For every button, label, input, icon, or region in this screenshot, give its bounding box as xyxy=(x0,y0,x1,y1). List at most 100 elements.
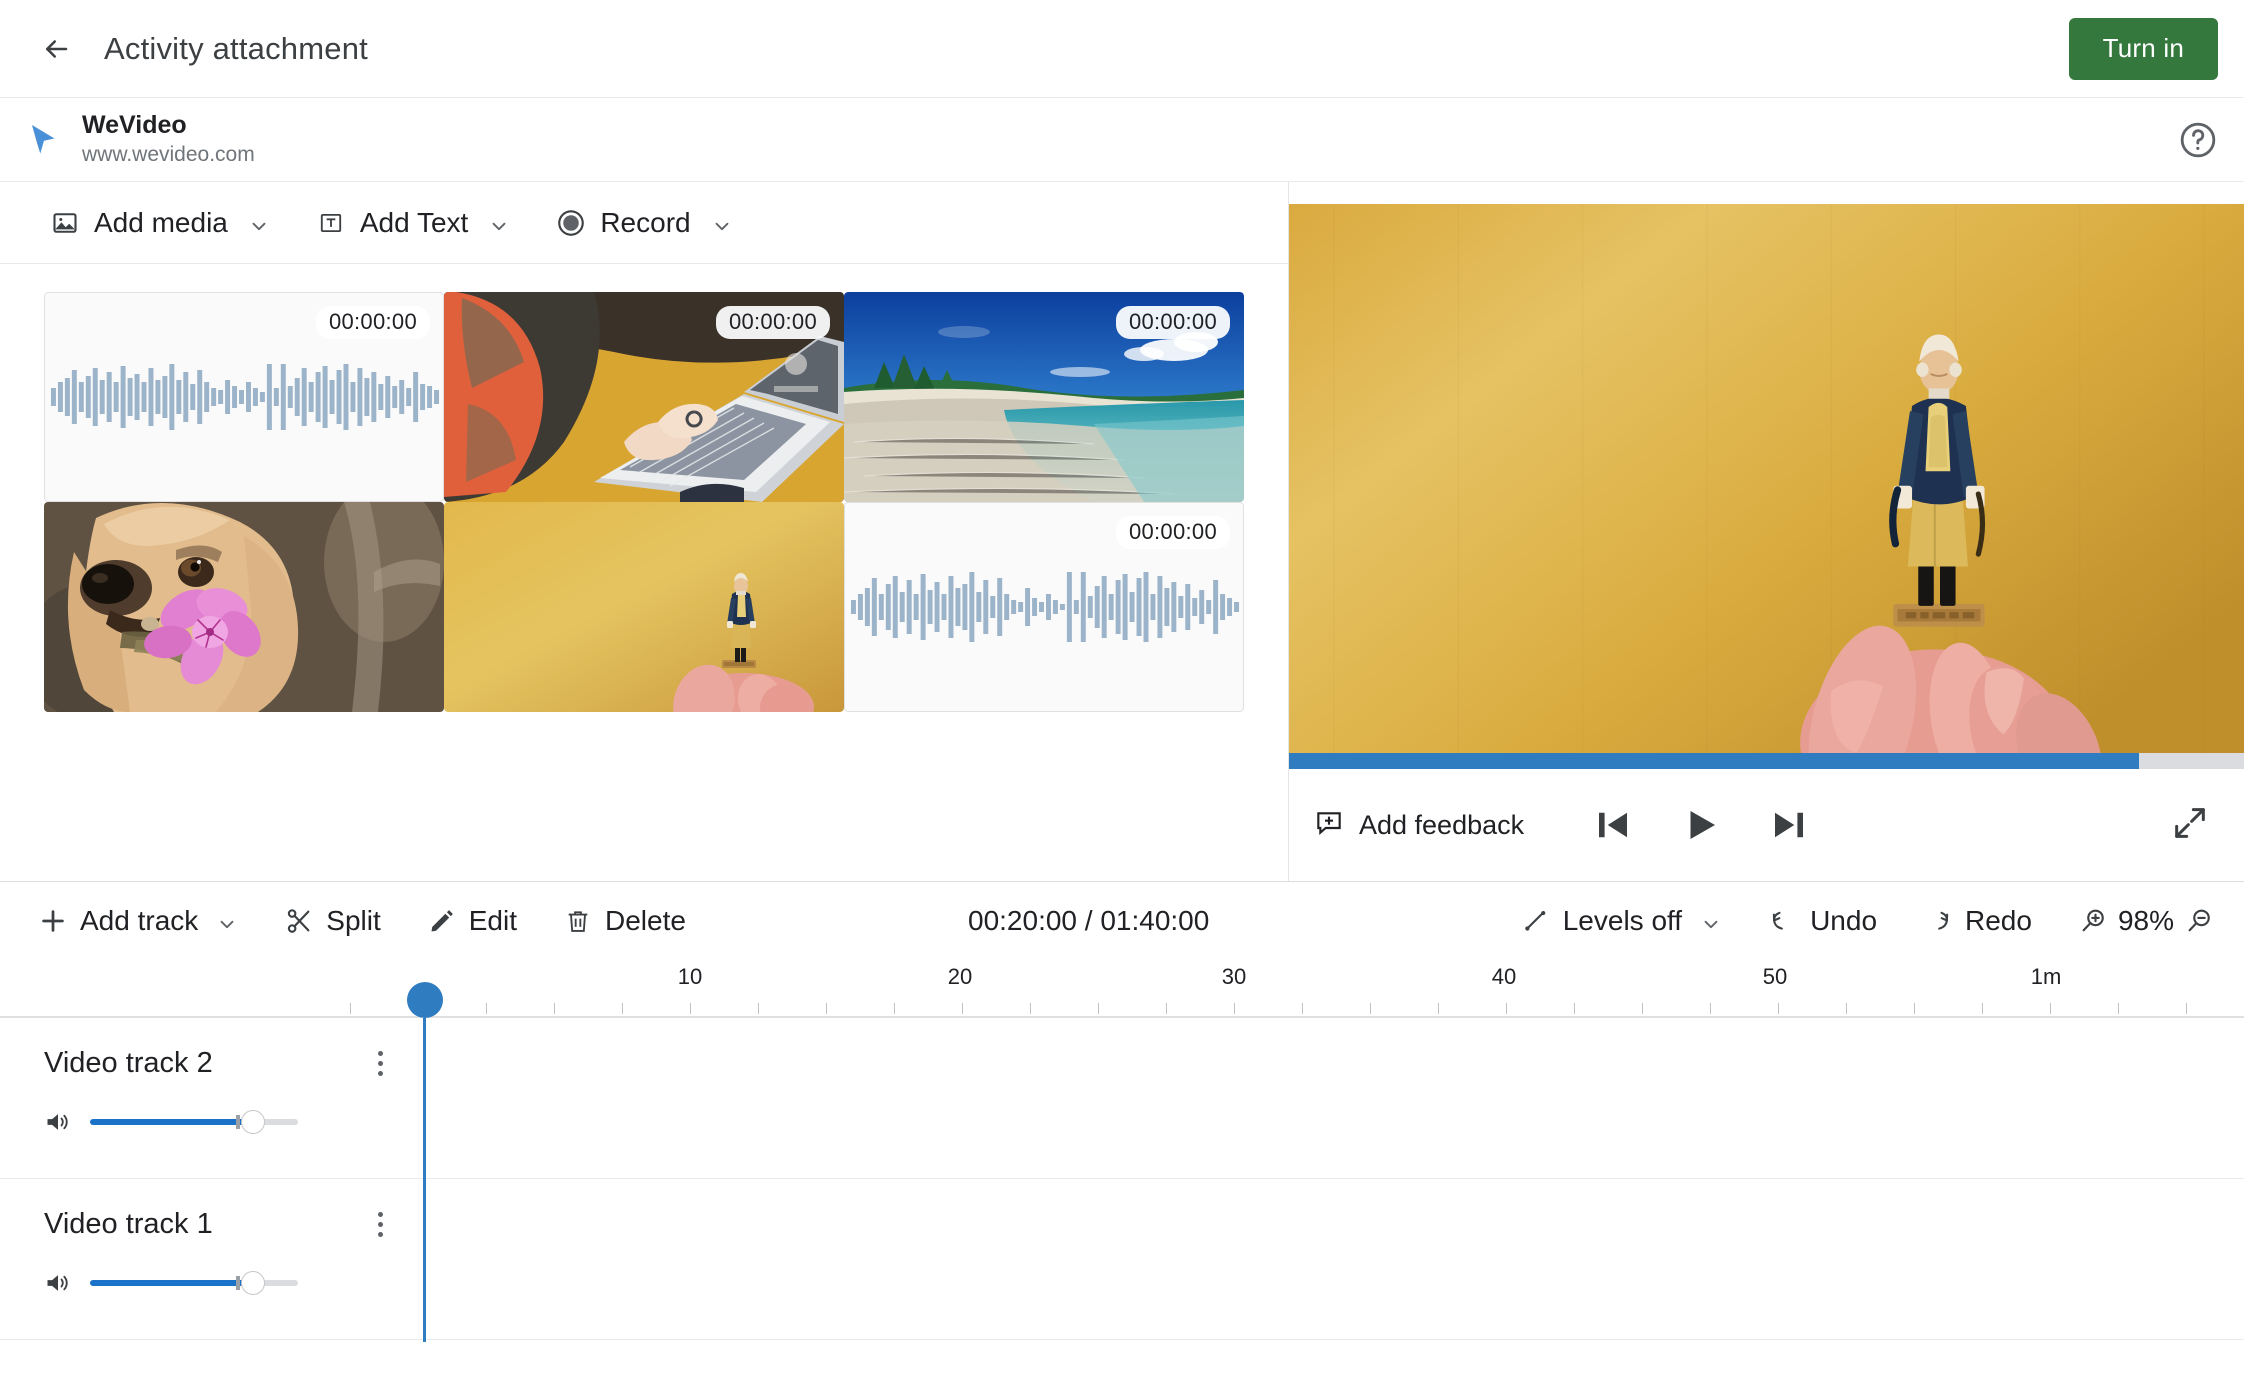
ruler-tick xyxy=(2118,1003,2119,1014)
redo-arrow-icon xyxy=(1923,906,1953,936)
media-item[interactable]: 00:00:00 xyxy=(844,292,1244,502)
page-title: Activity attachment xyxy=(104,30,368,66)
delete-button[interactable]: Delete xyxy=(563,905,686,937)
arrow-left-icon[interactable] xyxy=(34,27,78,71)
ruler-tick xyxy=(350,1003,351,1014)
edit-button[interactable]: Edit xyxy=(427,905,517,937)
waveform-icon xyxy=(850,572,1240,642)
media-timestamp: 00:00:00 xyxy=(1115,516,1230,549)
media-thumbnail xyxy=(44,502,444,712)
speaker-icon[interactable] xyxy=(44,1108,72,1136)
record-label: Record xyxy=(600,206,691,238)
media-timestamp: 00:00:00 xyxy=(1115,306,1230,339)
track-header: Video track 1 xyxy=(0,1179,424,1339)
media-item[interactable] xyxy=(444,502,844,712)
add-track-button[interactable]: Add track xyxy=(38,905,238,937)
track-name-row: Video track 2 xyxy=(44,1046,393,1080)
time-readout: 00:20:00 / 01:40:00 xyxy=(968,905,1210,936)
add-feedback-button[interactable]: Add feedback xyxy=(1313,806,1524,845)
edit-label: Edit xyxy=(468,905,517,936)
skip-next-icon[interactable] xyxy=(1766,802,1812,848)
ruler-tick xyxy=(486,1003,487,1014)
ruler-tick xyxy=(826,1003,827,1014)
kebab-menu-icon[interactable] xyxy=(367,1046,393,1080)
waveform-icon xyxy=(50,364,440,430)
ruler-tick xyxy=(2050,1003,2051,1014)
zoom-percent: 98% xyxy=(2117,905,2174,936)
ruler-tick xyxy=(1710,1003,1711,1014)
expand-icon[interactable] xyxy=(2170,803,2214,847)
chevron-down-icon[interactable] xyxy=(248,212,270,234)
add-media-button[interactable]: Add media xyxy=(44,201,276,245)
turn-in-button[interactable]: Turn in xyxy=(2068,17,2218,80)
timeline-tracks: Video track 2 Video track 1 xyxy=(0,982,2244,1342)
play-icon[interactable] xyxy=(1678,802,1724,848)
ruler-label: 20 xyxy=(947,964,973,989)
media-item[interactable]: 00:00:00 xyxy=(44,292,444,502)
slider-knob[interactable] xyxy=(240,1271,265,1295)
track-name: Video track 2 xyxy=(44,1046,213,1079)
track-name-row: Video track 1 xyxy=(44,1207,393,1241)
app-meta: WeVideo www.wevideo.com xyxy=(82,111,255,169)
video-progress-fill xyxy=(1289,753,2139,769)
undo-arrow-icon xyxy=(1768,906,1798,936)
track-lane[interactable] xyxy=(424,1179,2244,1339)
text-box-icon xyxy=(316,208,346,238)
split-button[interactable]: Split xyxy=(284,905,381,937)
help-circle-icon[interactable] xyxy=(2178,120,2218,160)
delete-label: Delete xyxy=(605,905,686,936)
media-item[interactable] xyxy=(44,502,444,712)
undo-button[interactable]: Undo xyxy=(1768,905,1877,937)
media-item[interactable]: 00:00:00 xyxy=(444,292,844,502)
record-button[interactable]: Record xyxy=(550,201,738,245)
ruler-label: 30 xyxy=(1221,964,1247,989)
media-grid: 00:00:00 00:00:00 00:00:00 00:00:00 xyxy=(0,264,1288,881)
volume-slider[interactable] xyxy=(90,1271,298,1295)
chevron-down-icon[interactable] xyxy=(1700,910,1722,932)
transport-controls xyxy=(1590,802,1812,848)
media-item[interactable]: 00:00:00 xyxy=(844,502,1244,712)
ruler-tick xyxy=(894,1003,895,1014)
levels-line-icon xyxy=(1521,906,1551,936)
slider-knob[interactable] xyxy=(240,1110,265,1134)
levels-button[interactable]: Levels off xyxy=(1521,905,1722,937)
scissors-icon xyxy=(284,906,314,936)
ruler-label: 10 xyxy=(677,964,703,989)
split-label: Split xyxy=(326,905,381,936)
track-row: Video track 2 xyxy=(0,1018,2244,1179)
ruler-tick xyxy=(1098,1003,1099,1014)
timeline: Add track Split Edit Delete 00:20:00 / 0… xyxy=(0,882,2244,1342)
ruler-tick xyxy=(1234,1003,1235,1014)
add-text-button[interactable]: Add Text xyxy=(310,201,516,245)
ruler-tick xyxy=(1914,1003,1915,1014)
kebab-menu-icon[interactable] xyxy=(367,1207,393,1241)
ruler-tick xyxy=(1506,1003,1507,1014)
playhead-handle[interactable] xyxy=(406,982,443,1018)
slider-fill xyxy=(90,1119,253,1125)
video-progress-bar[interactable] xyxy=(1289,753,2244,769)
top-bar: Activity attachment Turn in xyxy=(0,0,2244,98)
video-preview[interactable] xyxy=(1289,204,2244,753)
redo-button[interactable]: Redo xyxy=(1923,905,2032,937)
chevron-down-icon[interactable] xyxy=(488,212,510,234)
chevron-down-icon[interactable] xyxy=(711,212,733,234)
track-lane[interactable] xyxy=(424,1018,2244,1178)
magnifier-plus-icon[interactable] xyxy=(2078,906,2108,936)
timeline-toolbar-right: Levels off Undo Redo 98% xyxy=(1521,905,2214,937)
skip-previous-icon[interactable] xyxy=(1590,802,1636,848)
magnifier-minus-icon[interactable] xyxy=(2184,906,2214,936)
ruler-tick xyxy=(554,1003,555,1014)
track-row: Video track 1 xyxy=(0,1179,2244,1340)
timeline-ruler[interactable]: 10 20 30 40 50 1m xyxy=(0,960,2244,1018)
timeline-toolbar: Add track Split Edit Delete 00:20:00 / 0… xyxy=(0,882,2244,960)
record-circle-icon xyxy=(556,208,586,238)
speaker-icon[interactable] xyxy=(44,1269,72,1297)
plus-icon xyxy=(38,906,68,936)
chevron-down-icon[interactable] xyxy=(216,910,238,932)
add-track-label: Add track xyxy=(80,905,199,936)
slider-notch xyxy=(235,1115,240,1129)
volume-slider[interactable] xyxy=(90,1110,298,1134)
playhead-line[interactable] xyxy=(423,1018,426,1342)
ruler-tick xyxy=(1166,1003,1167,1014)
comment-plus-icon xyxy=(1313,806,1345,845)
